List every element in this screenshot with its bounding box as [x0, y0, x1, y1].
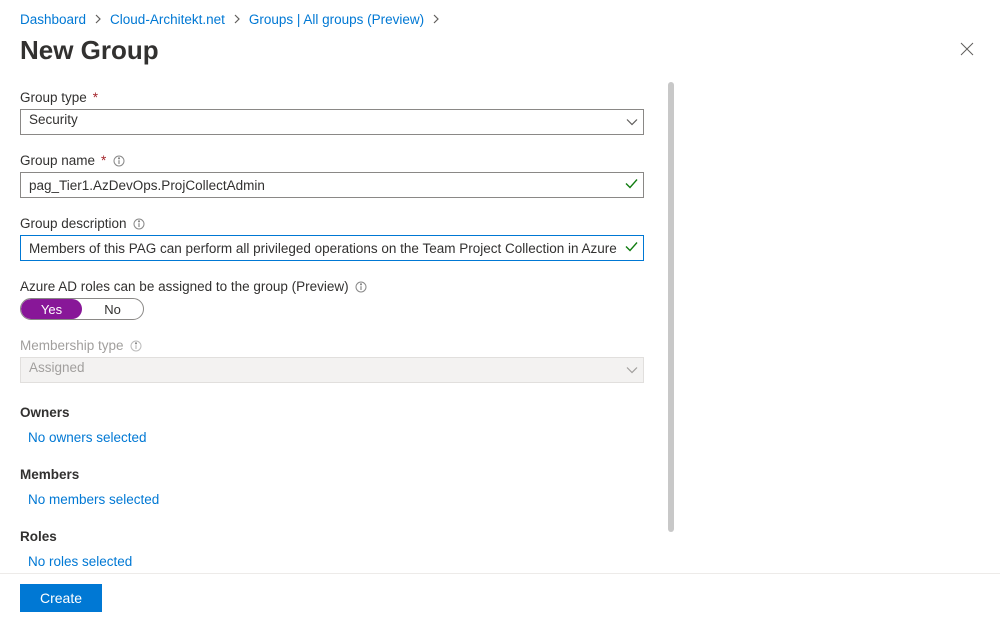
- owners-link[interactable]: No owners selected: [20, 430, 665, 445]
- chevron-right-icon: [233, 12, 241, 27]
- scrollbar-thumb[interactable]: [668, 82, 674, 532]
- breadcrumb-item-groups[interactable]: Groups | All groups (Preview): [249, 12, 424, 27]
- group-name-label: Group name *: [20, 153, 665, 168]
- owners-label: Owners: [20, 405, 665, 420]
- membership-type-label: Membership type: [20, 338, 665, 353]
- membership-type-select: Assigned: [20, 357, 644, 383]
- info-icon[interactable]: [130, 339, 143, 352]
- members-link[interactable]: No members selected: [20, 492, 665, 507]
- aad-roles-toggle[interactable]: Yes No: [20, 298, 144, 320]
- group-name-input[interactable]: [20, 172, 644, 198]
- info-icon[interactable]: [112, 154, 125, 167]
- page-title: New Group: [20, 35, 159, 66]
- info-icon[interactable]: [355, 280, 368, 293]
- group-type-select[interactable]: Security: [20, 109, 644, 135]
- close-icon: [960, 43, 974, 60]
- form-panel: Group type * Security Group name *: [20, 90, 665, 569]
- toggle-option-yes[interactable]: Yes: [21, 299, 82, 319]
- breadcrumb-item-tenant[interactable]: Cloud-Architekt.net: [110, 12, 225, 27]
- aad-roles-label: Azure AD roles can be assigned to the gr…: [20, 279, 665, 294]
- toggle-option-no[interactable]: No: [82, 299, 143, 319]
- breadcrumb: Dashboard Cloud-Architekt.net Groups | A…: [20, 12, 980, 27]
- breadcrumb-item-dashboard[interactable]: Dashboard: [20, 12, 86, 27]
- chevron-right-icon: [94, 12, 102, 27]
- info-icon[interactable]: [133, 217, 146, 230]
- required-indicator: *: [101, 153, 106, 168]
- scrollbar[interactable]: [668, 82, 674, 542]
- group-type-label: Group type *: [20, 90, 665, 105]
- roles-link[interactable]: No roles selected: [20, 554, 665, 569]
- group-description-input[interactable]: [20, 235, 644, 261]
- footer: Create: [0, 573, 1000, 628]
- members-label: Members: [20, 467, 665, 482]
- roles-label: Roles: [20, 529, 665, 544]
- group-description-label: Group description: [20, 216, 665, 231]
- close-button[interactable]: [954, 36, 980, 65]
- create-button[interactable]: Create: [20, 584, 102, 612]
- chevron-right-icon: [432, 12, 440, 27]
- required-indicator: *: [93, 90, 98, 105]
